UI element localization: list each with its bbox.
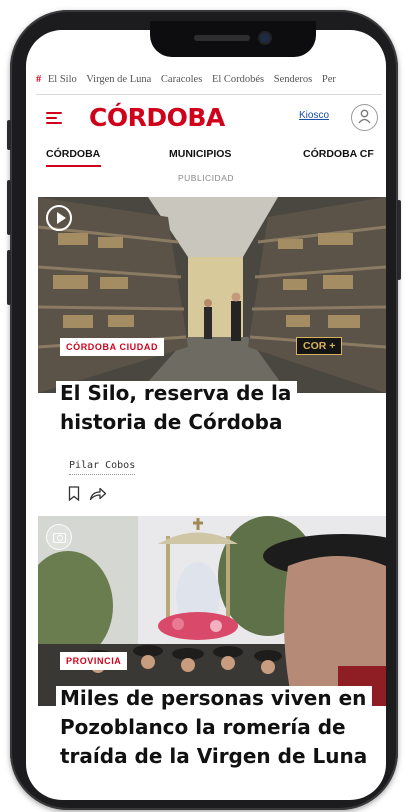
volume-down-button — [7, 250, 11, 305]
article-image-romeria[interactable]: PROVINCIA — [38, 516, 386, 706]
section-tag[interactable]: CÓRDOBA CIUDAD — [60, 338, 165, 356]
tag-link[interactable]: Virgen de Luna — [86, 74, 151, 85]
screen: # El Silo Virgen de Luna Caracoles El Co… — [26, 30, 386, 800]
user-icon[interactable] — [351, 104, 378, 131]
camera-icon[interactable] — [46, 524, 72, 550]
site-header: CÓRDOBA Kiosco — [26, 96, 386, 140]
notch — [150, 21, 316, 57]
tag-link[interactable]: Caracoles — [161, 74, 202, 85]
site-logo[interactable]: CÓRDOBA — [89, 103, 225, 132]
nav-item-cordoba-cf[interactable]: CÓRDOBA CF — [303, 148, 374, 160]
share-icon[interactable] — [89, 486, 107, 501]
nav-item-municipios[interactable]: MUNICIPIOS — [169, 148, 231, 160]
trending-tags-bar: # El Silo Virgen de Luna Caracoles El Co… — [36, 74, 382, 95]
bookmark-icon[interactable] — [68, 486, 80, 501]
speaker — [194, 35, 250, 41]
section-nav: CÓRDOBA MUNICIPIOS CÓRDOBA CF — [26, 140, 386, 170]
tag-link[interactable]: El Cordobés — [212, 74, 264, 85]
kiosco-link[interactable]: Kiosco — [299, 110, 329, 121]
headline-text[interactable]: Miles de personas viven en Pozoblanco la… — [56, 686, 374, 768]
hash-icon: # — [36, 74, 42, 85]
menu-icon[interactable] — [46, 112, 62, 124]
premium-badge: COR + — [296, 337, 343, 355]
power-button — [397, 200, 401, 280]
tag-link[interactable]: El Silo — [48, 74, 77, 85]
article-image-archive[interactable]: CÓRDOBA CIUDAD COR + — [38, 197, 386, 393]
article-actions — [68, 486, 118, 502]
nav-active-indicator — [46, 165, 101, 167]
article-headline[interactable]: Miles de personas viven en Pozoblanco la… — [56, 684, 376, 771]
nav-item-cordoba[interactable]: CÓRDOBA — [46, 148, 100, 160]
mute-switch — [7, 120, 11, 150]
tag-link[interactable]: Senderos — [274, 74, 313, 85]
play-icon[interactable] — [46, 205, 72, 231]
tag-link[interactable]: Per — [322, 74, 336, 85]
article-headline[interactable]: El Silo, reserva de la historia de Córdo… — [56, 379, 376, 437]
headline-text[interactable]: El Silo, reserva de la historia de Córdo… — [56, 381, 298, 434]
front-camera — [260, 33, 270, 43]
section-tag[interactable]: PROVINCIA — [60, 652, 128, 670]
article-author[interactable]: Pilar Cobos — [69, 460, 136, 475]
ad-label: PUBLICIDAD — [177, 173, 234, 183]
volume-up-button — [7, 180, 11, 235]
